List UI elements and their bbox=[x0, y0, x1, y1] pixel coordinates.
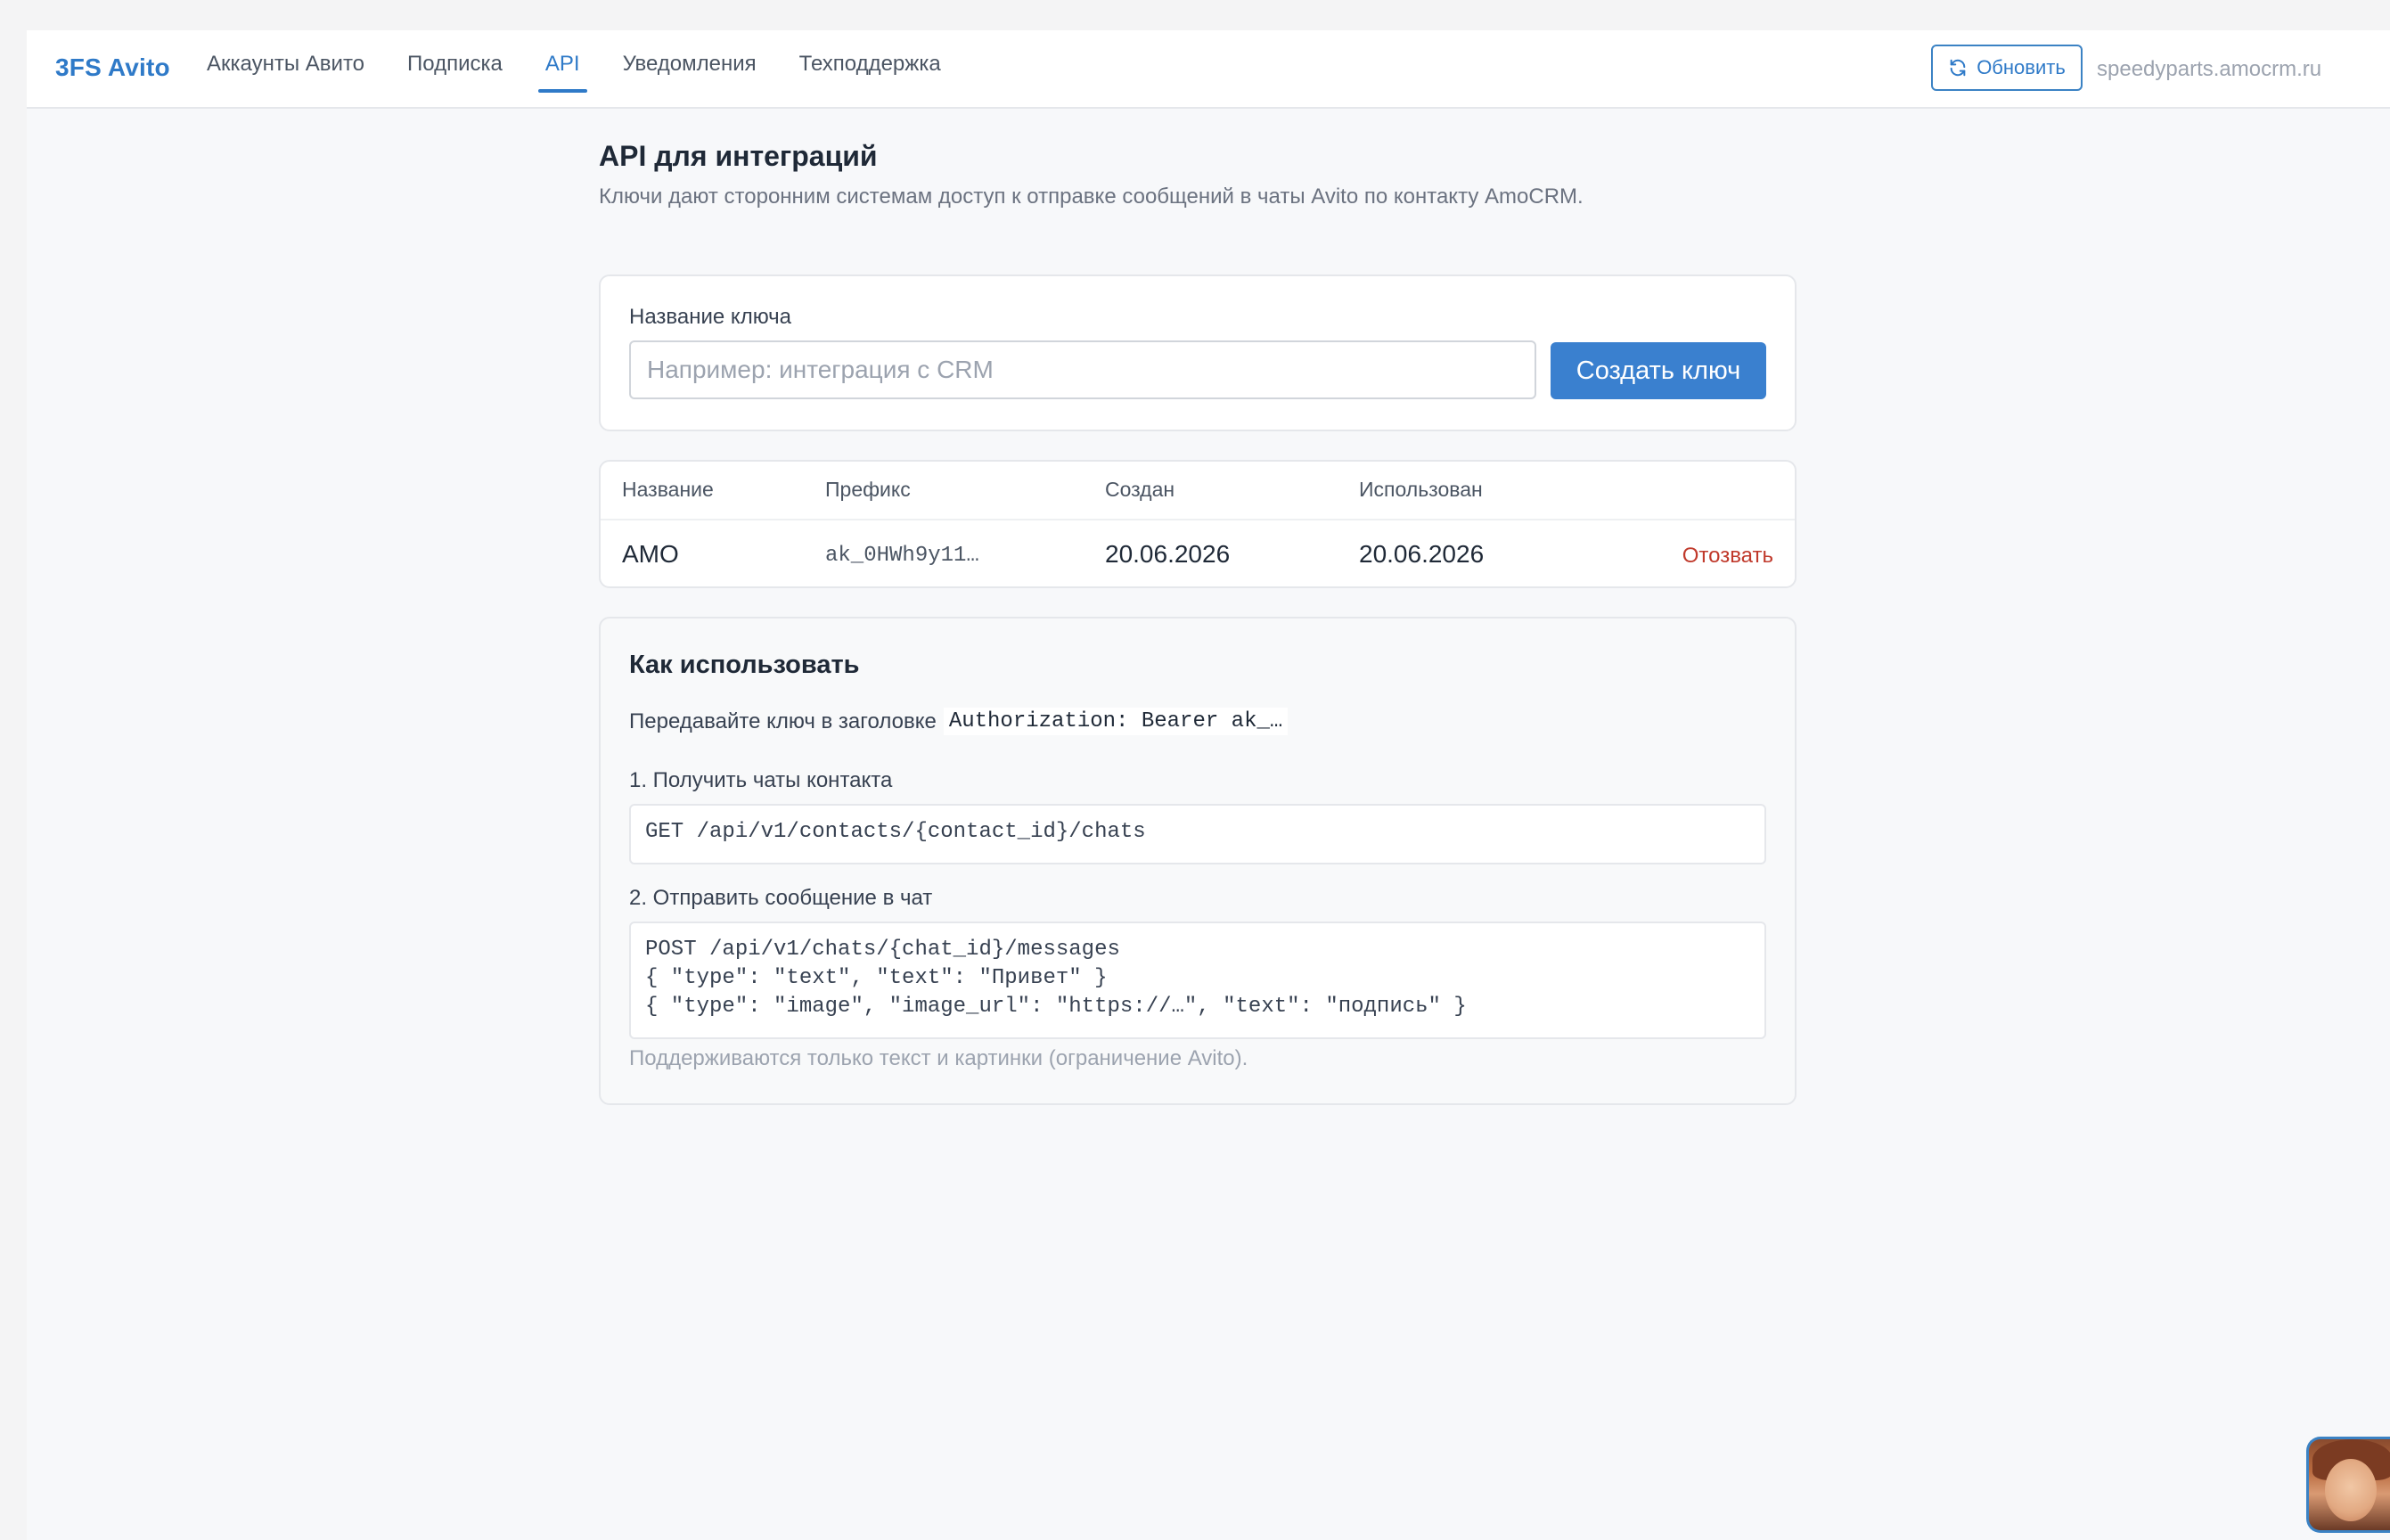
usage-card: Как использовать Передавайте ключ в заго… bbox=[599, 617, 1797, 1105]
keys-table: Название Префикс Создан Использован AMO … bbox=[599, 460, 1797, 588]
nav-item-api[interactable]: API bbox=[537, 30, 587, 107]
support-chat-avatar[interactable] bbox=[2306, 1437, 2390, 1533]
nav-item-support[interactable]: Техподдержка bbox=[799, 30, 941, 107]
refresh-button[interactable]: Обновить bbox=[1931, 45, 2083, 91]
main-nav: Аккаунты Авито Подписка API Уведомления … bbox=[207, 30, 984, 107]
table-header: Название Префикс Создан Использован bbox=[601, 462, 1795, 520]
auth-header-code: Authorization: Bearer ak_… bbox=[943, 708, 1289, 735]
avatar-face bbox=[2325, 1459, 2377, 1521]
account-domain: speedyparts.amocrm.ru bbox=[2097, 57, 2322, 81]
app-window: 3FS Avito Аккаунты Авито Подписка API Ув… bbox=[27, 30, 2390, 1540]
table-row: AMO ak_0HWh9y11… 20.06.2026 20.06.2026 О… bbox=[601, 520, 1795, 586]
key-used-cell: 20.06.2026 bbox=[1359, 540, 1485, 568]
create-key-button[interactable]: Создать ключ bbox=[1551, 342, 1766, 399]
key-name-label: Название ключа bbox=[629, 305, 792, 329]
refresh-button-label: Обновить bbox=[1977, 56, 2066, 78]
key-name-input[interactable] bbox=[629, 340, 1536, 399]
usage-intro: Передавайте ключ в заголовке Authorizati… bbox=[629, 708, 1289, 735]
column-header-used: Использован bbox=[1359, 478, 1483, 501]
page-title: API для интеграций bbox=[599, 140, 878, 172]
key-created-cell: 20.06.2026 bbox=[1105, 540, 1231, 568]
key-name-cell: AMO bbox=[622, 540, 679, 568]
top-navbar: 3FS Avito Аккаунты Авито Подписка API Ув… bbox=[27, 30, 2390, 109]
revoke-key-button[interactable]: Отозвать bbox=[1682, 544, 1773, 569]
page-subtitle: Ключи дают сторонним системам доступ к о… bbox=[599, 184, 1584, 209]
create-key-card: Название ключа Создать ключ bbox=[599, 274, 1797, 431]
column-header-prefix: Префикс bbox=[825, 478, 911, 501]
usage-title: Как использовать bbox=[629, 651, 860, 679]
nav-item-avito-accounts[interactable]: Аккаунты Авито bbox=[207, 30, 364, 107]
main-content: API для интеграций Ключи дают сторонним … bbox=[599, 137, 1797, 1105]
step1-label: 1. Получить чаты контакта bbox=[629, 768, 893, 792]
column-header-name: Название bbox=[622, 478, 714, 501]
nav-item-notifications[interactable]: Уведомления bbox=[623, 30, 757, 107]
usage-note: Поддерживаются только текст и картинки (… bbox=[629, 1046, 1248, 1070]
key-prefix-cell: ak_0HWh9y11… bbox=[825, 544, 979, 568]
step2-label: 2. Отправить сообщение в чат bbox=[629, 886, 933, 910]
nav-item-subscription[interactable]: Подписка bbox=[407, 30, 503, 107]
refresh-icon bbox=[1950, 59, 1966, 77]
step2-code: POST /api/v1/chats/{chat_id}/messages { … bbox=[629, 922, 1766, 1039]
step1-code: GET /api/v1/contacts/{contact_id}/chats bbox=[629, 804, 1766, 864]
usage-intro-text: Передавайте ключ в заголовке bbox=[629, 709, 937, 733]
column-header-created: Создан bbox=[1105, 478, 1175, 501]
brand-logo[interactable]: 3FS Avito bbox=[55, 53, 170, 82]
